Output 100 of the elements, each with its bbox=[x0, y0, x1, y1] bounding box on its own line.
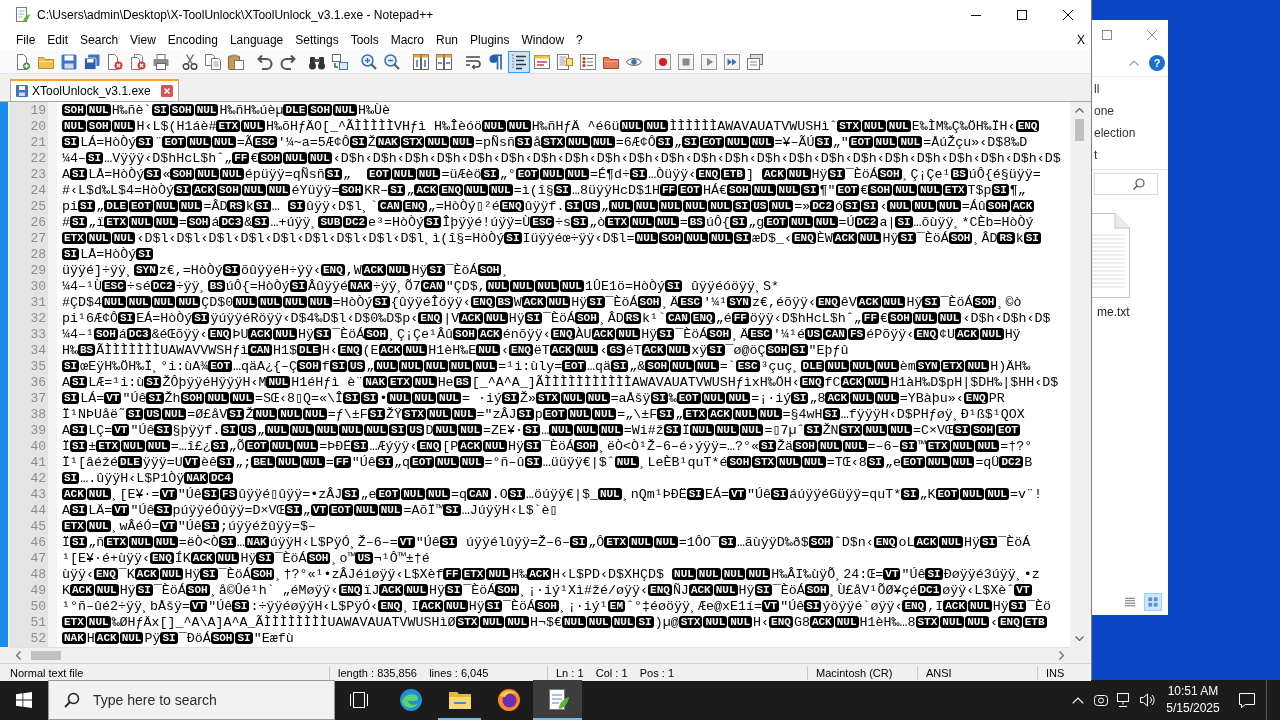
line-number: 46 bbox=[30, 535, 46, 551]
window-icon[interactable] bbox=[533, 53, 550, 70]
search-icon bbox=[64, 692, 80, 708]
list-icon[interactable] bbox=[579, 53, 596, 70]
code-line: ETX NUL ¸wÂéÓ=VT "Úê SI ;úÿÿéžûÿÿ=$– bbox=[62, 519, 316, 535]
menu-item[interactable]: Language bbox=[223, 33, 290, 47]
scissors-icon[interactable] bbox=[181, 53, 198, 70]
replace-icon[interactable] bbox=[331, 53, 348, 70]
line-number: 31 bbox=[30, 295, 46, 311]
fast-forward-icon[interactable] bbox=[723, 53, 740, 70]
wrap-lines-icon[interactable] bbox=[464, 53, 481, 70]
window-stack-icon[interactable] bbox=[746, 53, 763, 70]
chevron-left-icon[interactable] bbox=[16, 651, 21, 660]
close-document-button[interactable]: X bbox=[1077, 33, 1085, 47]
notepad-icon bbox=[14, 7, 30, 23]
scrollbar-thumb[interactable] bbox=[31, 651, 61, 660]
line-number: 41 bbox=[30, 455, 46, 471]
menu-item[interactable]: View bbox=[124, 33, 162, 47]
line-number: 28 bbox=[30, 247, 46, 263]
close-icon[interactable] bbox=[1063, 10, 1073, 20]
ribbon-label[interactable]: t bbox=[1092, 144, 1098, 166]
task-view-icon[interactable] bbox=[349, 692, 369, 708]
menu-item[interactable]: Encoding bbox=[161, 33, 224, 47]
clipboard-icon[interactable] bbox=[227, 53, 244, 70]
windows-sync-icon[interactable] bbox=[435, 53, 452, 70]
status-text: ANSI bbox=[926, 666, 952, 679]
grid-view-icon[interactable] bbox=[1144, 593, 1162, 611]
menu-item[interactable]: Plugins bbox=[464, 33, 516, 47]
menu-item[interactable]: Macro bbox=[384, 33, 430, 47]
menu-item[interactable]: Settings bbox=[289, 33, 345, 47]
menu-item[interactable]: Search bbox=[74, 33, 125, 47]
line-number: 22 bbox=[30, 151, 46, 167]
ribbon-label[interactable]: election bbox=[1092, 122, 1136, 144]
document-x-icon[interactable] bbox=[106, 53, 123, 70]
code-line: SI LÁ=VT "Úê SI Žh SOH NUL NUL =SŒ‹8▯Q=«\Î SI SI •NUL NUL NUL = ·iýSI Ž»STX NUL NUL =aÅšÿ SI ‰EOT NUL NUL =¡·iýSI „8ACK NUL NUL =YBàþu»‹ENQ PR bbox=[62, 391, 1005, 407]
zoom-in-icon[interactable] bbox=[360, 53, 377, 70]
new-document-icon[interactable] bbox=[14, 53, 31, 70]
code-line: #‹L$d‰L$4=HòÒýSI ACK SOH NUL NUL éYüÿÿ=SOH KR–SI „ACK ENQ NUL NUL =ì(î§SI …8üÿÿHcD$1H FF EOT HÁ€SOH NUL NUL SI ¶"EOT €SOH NUL NUL ETX T$p SI ¶„ bbox=[62, 183, 1026, 199]
scrollbar-thumb[interactable] bbox=[1074, 119, 1084, 141]
menu-item[interactable]: ? bbox=[570, 33, 589, 47]
search-field[interactable]: Type here to search bbox=[48, 680, 335, 720]
code-line: #SI „ï ETX NUL NUL =SOH á DC3 &SI …+úÿÿ¸SUB DC2 e³=HòÒýSI Îþÿÿé!úÿÿ=Ù ESC ÷s SI „ò ETX NUL NUL =BS úÔ{SI „g EOT NUL NUL =Ú DC2 a|SI …õùÿÿ¸*CÈb=HòÒý bbox=[62, 215, 1034, 231]
speaker-icon[interactable] bbox=[1138, 692, 1155, 708]
play-icon[interactable] bbox=[700, 53, 717, 70]
help-button[interactable]: ? bbox=[1149, 55, 1165, 71]
speech-bubble-icon[interactable] bbox=[1238, 691, 1256, 709]
pilcrow-icon[interactable] bbox=[487, 53, 504, 70]
windows-logo-icon[interactable] bbox=[16, 692, 32, 708]
menu-item[interactable]: Run bbox=[430, 33, 465, 47]
code-line: SI œEÿH‰ÖH‰Ï¸°i:ùA¾ EOT …qäA¿{–Ç SOH f SI US „NUL NUL NUL NUL NUL =¹i:ùly=EOT …qäSI „&SOH NUL NUL =`ESC ³çuç¸DLE NUL NUL NUL èm SYN ETX NUL H)ÄH‰ bbox=[62, 359, 1031, 375]
document-map-icon[interactable] bbox=[556, 53, 573, 70]
code-line: Ï SI ±ETX NUL NUL =…î£¿SI „Õ EOT NUL NUL =ÞÐËSI …Æýÿÿ‹ENQ [PACK NUL HÿSI ¯ÈöÁSOH ¸ëÒ<Ò¹Ž–6–é›ýÿÿ=…?°«SI ŽäSOH NUL NUL =–6–SI ™ETX NUL NUL =†?° bbox=[62, 439, 1033, 455]
menu-item[interactable]: Tools bbox=[344, 33, 385, 47]
windows-sync-icon[interactable] bbox=[412, 53, 429, 70]
line-number: 49 bbox=[30, 583, 46, 599]
chevron-right-icon[interactable] bbox=[1059, 651, 1064, 660]
status-text: INS bbox=[1046, 666, 1065, 679]
code-line: Ï¹[âéžé DLE ÿÿÿ=U VT èê SI „;BEL NUL NUL =FF "Úê SI „q EOT NUL NUL =°ñ–û SI …üüÿÿ€|$ˆ NUL ¸LeÈB¹quT*é SOH STX NUL NUL =TŒ‹8 SI „e EOT NUL NUL =qÜ DC2 B bbox=[62, 455, 1033, 471]
code-line: KACK NUL Hÿ SI ¯ÈöÁSOH ¸å©Ûé¹h` „éMøÿÿ‹ENQ ïJ ACK NUL HÿSI ¯ÈöÁSOH ¸¡·iý¹Xì#žé/øÿÿ‹ENQ ÑJ ACK NUL Hÿ SI ¯ÈöÁSOH ¸Ù£åV¹ÕØ¥çé DC1 øÿÿ‹L$Xèˆ VT bbox=[62, 583, 1033, 599]
code-line: #ÇD$4NUL NUL NUL NUL ÇD$0 NUL NUL NUL NUL =HòÒý SI {ûÿÿéÎöÿÿ‹ENQ BS WACK NUL HÿSI ¯ÈöÁSOH ¸Ä ESC '¼¹ SYN z€,éõÿÿ‹ENQ êVACK NUL Hÿ SI ¯ÈöÁSOH ¸©ò bbox=[62, 295, 1022, 311]
line-number: 30 bbox=[30, 279, 46, 295]
line-number: 48 bbox=[30, 567, 46, 583]
swirl-icon bbox=[398, 688, 423, 712]
menu-item[interactable]: File bbox=[10, 33, 42, 47]
document-tab[interactable]: XToolUnlock_v3.1.exe bbox=[10, 79, 179, 101]
minimize-icon[interactable] bbox=[971, 14, 981, 16]
code-line: ETX NUL ‰ØHƒÄx[]_^A\A]A^A_ÃÌÌÌÌÌÌÌÌUAWAVAUATVWUSHìØ STX NUL NUL H¬$€NUL NUL NUL SI )µ@STX NUL NUL H‹ENQ G8 ACK NUL H1èH‰…8 STX NUL NUL ‹ENQ ETB bbox=[62, 615, 1048, 631]
code-line: Ï¹NÞUåë˜SI US NUL =Ø£åVSI Ž NUL NUL NUL =ƒ\±F SI ŽŸSTX NUL NUL ="zÂJ SI p EOT NUL NUL =„\±FSI „ETX ACK NUL NUL =§4wH SI …fÿÿÿH‹D$PHƒøÿ¸Ð¹ß$¹QOX bbox=[62, 407, 1025, 423]
taskbar-button[interactable] bbox=[533, 680, 582, 720]
code-line: SI LÅ=HòÒýSI bbox=[62, 247, 155, 263]
file-name[interactable]: me.txt bbox=[1097, 305, 1130, 319]
status-text: Ln : 1 Col : 1 Pos : 1 bbox=[556, 666, 674, 679]
code-line: üÿÿé]÷ÿÿ¸SYN z€,=HòÒý SI õûÿÿéH÷ÿÿ‹ENQ ,WACK NUL Hÿ SI ¯ÈöÁSOH ¸ bbox=[62, 263, 511, 279]
redo-icon[interactable] bbox=[279, 53, 296, 70]
status-text: length : 835,856 lines : 6,045 bbox=[338, 666, 489, 679]
camera-icon[interactable] bbox=[1093, 692, 1109, 708]
line-number: 44 bbox=[30, 503, 46, 519]
zoom-out-icon[interactable] bbox=[383, 53, 400, 70]
clock-time[interactable]: 10:51 AM bbox=[1167, 683, 1219, 700]
stop-icon[interactable] bbox=[677, 53, 694, 70]
ribbon-label[interactable]: one bbox=[1092, 100, 1115, 122]
clock-date[interactable]: 5/15/2025 bbox=[1166, 700, 1220, 717]
floppy-disks-icon[interactable] bbox=[83, 53, 100, 70]
monitor-icon[interactable] bbox=[1115, 692, 1131, 708]
indent-lines-icon[interactable] bbox=[507, 50, 530, 73]
code-line: NAK H ACK NUL Pÿ SI ¯ÐöÁSOH SI "Eæfù bbox=[62, 631, 294, 647]
copy-icon[interactable] bbox=[204, 53, 221, 70]
code-line: ùÿÿ‹ENQ ¯KACK NUL Hÿ SI ¯ÈöÁSOH ¸†?°«¹•zÂJéiøÿÿ‹L$Xèf FF ETX NUL H‰ACK H‹L$PD‹D$XHÇD$ NUL NUL NUL NUL H‰ÂI‰ùÿÕ¸24:Œ=VT "Úê SI Ðøÿÿé3úÿÿ¸•z bbox=[62, 567, 1040, 583]
line-number: 43 bbox=[30, 487, 46, 503]
undo-icon[interactable] bbox=[256, 53, 273, 70]
record-icon[interactable] bbox=[654, 53, 671, 70]
menu-item[interactable]: Edit bbox=[41, 33, 75, 47]
line-number: 39 bbox=[30, 423, 46, 439]
menu-item[interactable]: Window bbox=[515, 33, 571, 47]
chevron-down-icon[interactable] bbox=[1074, 636, 1084, 641]
line-number: 45 bbox=[30, 519, 46, 535]
printer-icon[interactable] bbox=[152, 53, 169, 70]
maximize-icon[interactable] bbox=[1017, 10, 1027, 20]
ribbon-label[interactable]: ll bbox=[1092, 78, 1100, 100]
documents-x-icon[interactable] bbox=[129, 53, 146, 70]
